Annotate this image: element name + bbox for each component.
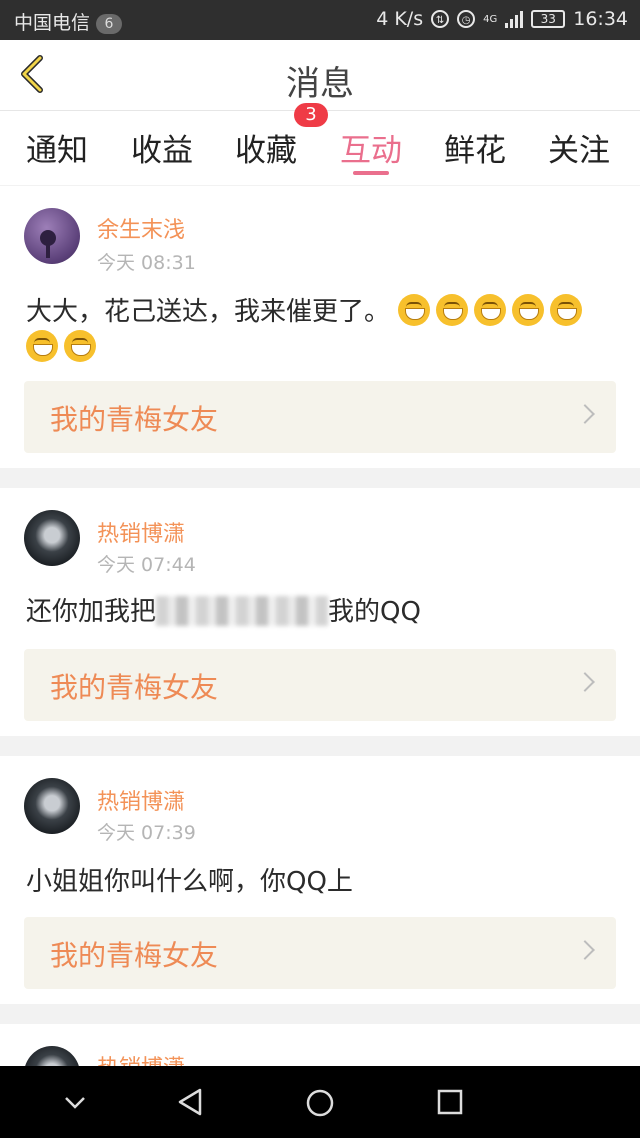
home-circle-icon[interactable] xyxy=(305,1088,335,1118)
book-title: 我的青梅女友 xyxy=(50,939,219,972)
active-tab-indicator xyxy=(353,171,389,175)
book-link[interactable]: 我的青梅女友 xyxy=(24,917,616,989)
book-title: 我的青梅女友 xyxy=(50,403,219,436)
status-bar: 中国电信 6 4 K/s ⇅ ◷ 4G 33 16:34 xyxy=(0,0,640,40)
avatar-image xyxy=(40,230,56,258)
page-title: 消息 xyxy=(286,64,354,104)
avatar[interactable] xyxy=(24,778,80,834)
username[interactable]: 热销博潇 xyxy=(97,1050,185,1066)
username[interactable]: 热销博潇 xyxy=(97,516,185,548)
message-card: 热销博潇 今天 07:39 小姐姐你叫什么啊，你QQ上 我的青梅女友 xyxy=(0,756,640,1004)
chevron-right-icon xyxy=(575,940,595,960)
message-text: 小姐姐你叫什么啊，你QQ上 xyxy=(26,867,353,897)
battery-icon: 33 xyxy=(531,10,566,28)
alarm-icon: ◷ xyxy=(457,10,476,28)
message-text: 还你加我把 我的QQ xyxy=(26,596,421,627)
redacted-content xyxy=(156,596,329,626)
clock: 16:34 xyxy=(573,8,628,30)
grin-emoji-icon xyxy=(436,294,469,326)
tab-notifications[interactable]: 通知 xyxy=(26,125,88,170)
favorites-count-badge: 3 xyxy=(294,103,328,127)
signal-icon xyxy=(505,10,524,28)
chevron-right-icon xyxy=(575,672,595,692)
book-link[interactable]: 我的青梅女友 xyxy=(24,649,616,721)
hd-call-icon: ⇅ xyxy=(431,10,450,28)
tab-interactions[interactable]: 互动 xyxy=(340,125,402,170)
grin-emoji-icon xyxy=(474,294,507,326)
net-speed: 4 K/s xyxy=(376,8,424,30)
username[interactable]: 热销博潇 xyxy=(97,784,185,816)
back-triangle-icon[interactable] xyxy=(176,1088,204,1116)
grin-emoji-icon xyxy=(398,294,431,326)
message-card: 热销博潇 今天 07:44 还你加我把 我的QQ 我的青梅女友 xyxy=(0,488,640,736)
book-title: 我的青梅女友 xyxy=(50,671,219,704)
system-navigation-bar xyxy=(0,1066,640,1138)
timestamp: 今天 07:39 xyxy=(97,822,196,844)
avatar[interactable] xyxy=(24,208,80,264)
message-card: 余生末浅 今天 08:31 大大，花己送达，我来催更了。 我的青梅女友 xyxy=(0,186,640,468)
tab-favorites[interactable]: 收藏 xyxy=(235,125,297,170)
tab-flowers[interactable]: 鲜花 xyxy=(444,125,506,170)
grin-emoji-icon xyxy=(26,330,58,362)
header: 消息 xyxy=(0,40,640,111)
grin-emoji-icon xyxy=(64,330,96,362)
tab-earnings[interactable]: 收益 xyxy=(131,125,193,170)
message-text: 大大，花己送达，我来催更了。 xyxy=(26,294,616,366)
grin-emoji-icon xyxy=(550,294,583,326)
book-link[interactable]: 我的青梅女友 xyxy=(24,381,616,453)
avatar[interactable] xyxy=(24,1046,80,1066)
chevron-right-icon xyxy=(575,404,595,424)
tab-follows[interactable]: 关注 xyxy=(548,125,610,170)
timestamp: 今天 07:44 xyxy=(97,554,196,576)
carrier-label: 中国电信 6 xyxy=(14,8,123,35)
timestamp: 今天 08:31 xyxy=(97,252,196,274)
chevron-down-icon[interactable] xyxy=(64,1088,86,1116)
network-type: 4G xyxy=(483,13,498,25)
avatar[interactable] xyxy=(24,510,80,566)
notification-count-badge: 6 xyxy=(96,13,123,34)
recents-square-icon[interactable] xyxy=(437,1088,463,1116)
grin-emoji-icon xyxy=(512,294,545,326)
username[interactable]: 余生末浅 xyxy=(97,212,185,244)
message-card: 热销博潇 xyxy=(0,1024,640,1066)
